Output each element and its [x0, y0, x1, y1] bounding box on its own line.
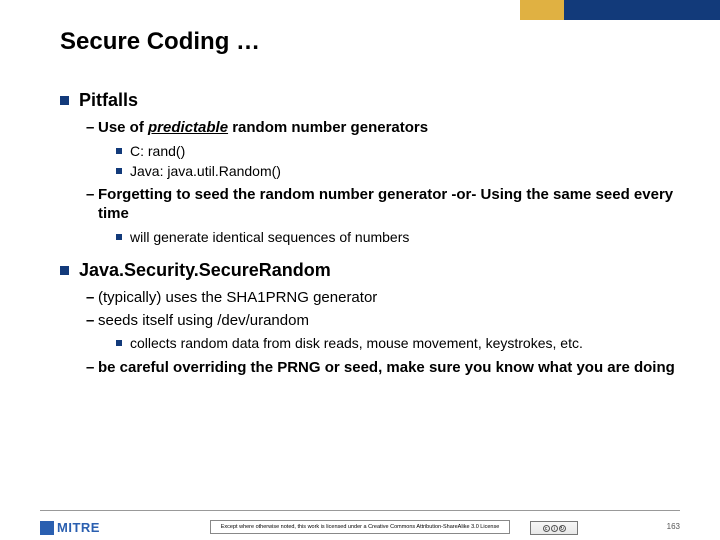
accent-blue: [564, 0, 720, 20]
bullet-small-square-icon: [116, 148, 122, 154]
slide-title: Secure Coding …: [60, 28, 260, 56]
bullet-level2: – be careful overriding the PRNG or seed…: [86, 359, 680, 378]
dash-icon: –: [86, 289, 98, 308]
section-securerandom: Java.Security.SecureRandom – (typically)…: [60, 260, 680, 377]
footer-divider: [40, 510, 680, 511]
logo-text: MITRE: [57, 520, 100, 535]
logo-square-icon: [40, 521, 54, 535]
bullet-text: Use of predictable random number generat…: [98, 119, 428, 138]
bullet-small-square-icon: [116, 340, 122, 346]
bullet-text: collects random data from disk reads, mo…: [130, 334, 583, 352]
dash-icon: –: [86, 186, 98, 205]
section-heading: Java.Security.SecureRandom: [60, 260, 680, 281]
text-emph: predictable: [148, 119, 228, 136]
dash-icon: –: [86, 359, 98, 378]
bullet-text: Java: java.util.Random(): [130, 162, 281, 180]
bullet-text: Forgetting to seed the random number gen…: [98, 186, 680, 224]
bullet-text: (typically) uses the SHA1PRNG generator: [98, 289, 377, 308]
dash-icon: –: [86, 119, 98, 138]
bullet-small-square-icon: [116, 234, 122, 240]
bullet-level3: C: rand(): [116, 142, 680, 160]
section-heading: Pitfalls: [60, 90, 680, 111]
slide-content: Pitfalls – Use of predictable random num…: [60, 90, 680, 391]
bullet-level3: collects random data from disk reads, mo…: [116, 334, 680, 352]
bullet-text: seeds itself using /dev/urandom: [98, 312, 309, 331]
bullet-text: will generate identical sequences of num…: [130, 228, 409, 246]
cc-circle-icon: c: [543, 525, 550, 532]
bullet-text: C: rand(): [130, 142, 185, 160]
dash-icon: –: [86, 312, 98, 331]
section-pitfalls: Pitfalls – Use of predictable random num…: [60, 90, 680, 246]
bullet-small-square-icon: [116, 168, 122, 174]
license-text: Except where otherwise noted, this work …: [210, 520, 510, 534]
by-circle-icon: i: [551, 525, 558, 532]
mitre-logo: MITRE: [40, 520, 100, 535]
title-accent-bar: [520, 0, 720, 20]
bullet-square-icon: [60, 96, 69, 105]
text-pre: Use of: [98, 119, 148, 136]
sa-circle-icon: ↻: [559, 525, 566, 532]
page-number: 163: [667, 522, 680, 531]
slide: Secure Coding … Pitfalls – Use of predic…: [0, 0, 720, 540]
bullet-level2: – (typically) uses the SHA1PRNG generato…: [86, 289, 680, 308]
text-post: random number generators: [228, 119, 428, 136]
bullet-level3: will generate identical sequences of num…: [116, 228, 680, 246]
section-heading-text: Java.Security.SecureRandom: [79, 260, 331, 281]
cc-badge-icon: ci↻: [530, 521, 578, 535]
bullet-level3: Java: java.util.Random(): [116, 162, 680, 180]
accent-gold: [520, 0, 564, 20]
bullet-text: be careful overriding the PRNG or seed, …: [98, 359, 675, 378]
bullet-level2: – seeds itself using /dev/urandom: [86, 312, 680, 331]
bullet-level2: – Use of predictable random number gener…: [86, 119, 680, 138]
section-heading-text: Pitfalls: [79, 90, 138, 111]
bullet-level2: – Forgetting to seed the random number g…: [86, 186, 680, 224]
bullet-square-icon: [60, 266, 69, 275]
